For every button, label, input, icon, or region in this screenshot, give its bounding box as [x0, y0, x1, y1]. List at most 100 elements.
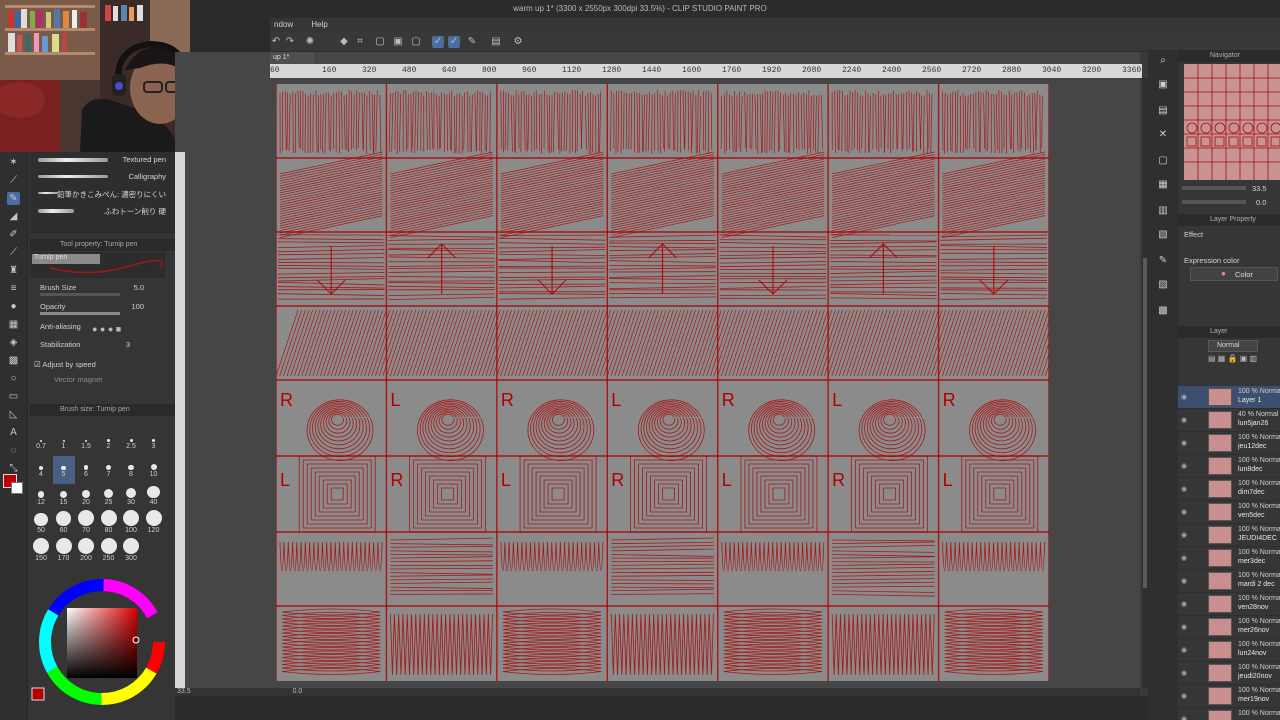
sub-view-icon[interactable]: ▢: [1156, 154, 1170, 168]
layer-name[interactable]: dim7dec: [1238, 489, 1264, 496]
layer-row[interactable]: ◉ 100 % Normal mer26nov: [1178, 616, 1280, 639]
vector-magnet-row[interactable]: Vector magnet: [54, 373, 164, 387]
brush-size-option[interactable]: 40: [143, 484, 165, 512]
brush-icon[interactable]: ⟋: [7, 246, 20, 259]
layer-name[interactable]: Layer 1: [1238, 397, 1261, 404]
crop-icon[interactable]: ⌗: [354, 36, 366, 48]
text-icon[interactable]: A: [7, 426, 20, 439]
brush-size-option[interactable]: 2.5: [120, 428, 142, 456]
brush-size-option[interactable]: 120: [143, 510, 165, 540]
layer-row[interactable]: ◉ 100 % Normal: [1178, 708, 1280, 720]
eye-icon[interactable]: ◉: [1181, 485, 1191, 493]
menu-help[interactable]: Help: [311, 18, 327, 32]
magic-wand-icon[interactable]: ✶: [7, 156, 20, 169]
eye-icon[interactable]: ◉: [1181, 393, 1191, 401]
subtool-item[interactable]: Textured pen: [34, 152, 170, 168]
brush-size-option[interactable]: 15: [53, 484, 75, 512]
layer-name[interactable]: jeudi20nov: [1238, 673, 1272, 680]
airbrush-icon[interactable]: ♜: [7, 264, 20, 277]
eye-icon[interactable]: ◉: [1181, 416, 1191, 424]
stabilization-value[interactable]: 3: [126, 338, 130, 352]
brush-size-row[interactable]: Brush Size 5.0: [40, 281, 150, 296]
antialiasing-options[interactable]: ● ● ● ■: [92, 322, 121, 336]
sub-color-swatch[interactable]: [11, 482, 23, 494]
brush-size-option[interactable]: 100: [120, 510, 142, 540]
layer-search-icon[interactable]: ▥: [1156, 204, 1170, 218]
brush-size-option[interactable]: 150: [30, 538, 52, 568]
pen-icon[interactable]: ✎: [7, 192, 20, 205]
layer-row[interactable]: ◉ 100 % Normal Layer 1: [1178, 386, 1280, 409]
eyedropper-icon[interactable]: ⟋: [7, 174, 20, 187]
eye-icon[interactable]: ◉: [1181, 439, 1191, 447]
eye-icon[interactable]: ◉: [1181, 623, 1191, 631]
brush-size-option[interactable]: 0.7: [30, 428, 52, 456]
clear-icon[interactable]: ▢: [410, 36, 422, 48]
document-tab[interactable]: up 1*: [270, 52, 314, 64]
scrollbar-thumb[interactable]: [1143, 258, 1147, 588]
layer-row[interactable]: ◉ 100 % Normal ven28nov: [1178, 593, 1280, 616]
frame-icon[interactable]: ▭: [7, 390, 20, 403]
brush-size-option[interactable]: 5: [52, 456, 75, 484]
layer-name[interactable]: mer26nov: [1238, 627, 1269, 634]
layer-name[interactable]: mardi 2 dec: [1238, 581, 1275, 588]
settings-icon[interactable]: ⚙: [512, 36, 524, 48]
layer-row[interactable]: ◉ 100 % Normal mer19nov: [1178, 685, 1280, 708]
eye-icon[interactable]: ◉: [1181, 531, 1191, 539]
material-icon[interactable]: ▤: [1156, 104, 1170, 118]
blend-icon[interactable]: ●: [7, 300, 20, 313]
transform-icon[interactable]: ▢: [374, 36, 386, 48]
brush-size-option[interactable]: 20: [75, 484, 97, 512]
layer-name[interactable]: jeu12dec: [1238, 443, 1266, 450]
brush-size-option[interactable]: 25: [98, 484, 120, 512]
brush-size-option[interactable]: 50: [30, 512, 52, 540]
fill-tool-icon[interactable]: ◈: [7, 336, 20, 349]
stabilization-row[interactable]: Stabilization 3: [40, 338, 150, 352]
navigator-zoom[interactable]: 33.5: [1252, 184, 1267, 193]
angle-readout[interactable]: 0.0: [293, 688, 303, 695]
timeline-icon[interactable]: ▨: [1156, 278, 1170, 292]
layer-row[interactable]: ◉ 100 % Normal lun24nov: [1178, 639, 1280, 662]
antialiasing-row[interactable]: Anti-aliasing ● ● ● ■: [40, 320, 150, 334]
brush-size-slider[interactable]: [40, 293, 120, 296]
close-icon[interactable]: ✕: [1156, 128, 1170, 142]
snap-grid-icon[interactable]: ✎: [466, 36, 478, 48]
snap-special-icon[interactable]: ✓: [448, 36, 460, 48]
color-wheel[interactable]: [30, 578, 175, 720]
ruler-icon[interactable]: ▤: [490, 36, 502, 48]
brush-size-option[interactable]: 250: [98, 538, 120, 568]
subtool-item[interactable]: Calligraphy: [34, 169, 170, 185]
eye-icon[interactable]: ◉: [1181, 462, 1191, 470]
eye-icon[interactable]: ◉: [1181, 669, 1191, 677]
navigator-preview[interactable]: [1184, 64, 1280, 180]
eye-icon[interactable]: ◉: [1181, 508, 1191, 516]
gradient-icon[interactable]: ▩: [7, 354, 20, 367]
brush-size-option[interactable]: 7: [98, 456, 120, 484]
layer-name[interactable]: ven28nov: [1238, 604, 1268, 611]
search-icon[interactable]: ⌕: [1156, 54, 1170, 68]
brush-size-option[interactable]: 200: [75, 538, 97, 568]
auto-action-icon[interactable]: ▧: [1156, 228, 1170, 242]
rotation-slider[interactable]: [1182, 200, 1246, 204]
layer-row[interactable]: ◉ 100 % Normal mer3dec: [1178, 547, 1280, 570]
brush-size-option[interactable]: 10: [143, 456, 165, 484]
blend-mode-select[interactable]: Normal: [1208, 340, 1258, 352]
eye-icon[interactable]: ◉: [1181, 577, 1191, 585]
eye-icon[interactable]: ◉: [1181, 554, 1191, 562]
brush-size-option[interactable]: 300: [120, 538, 142, 568]
item-bank-icon[interactable]: ✎: [1156, 254, 1170, 268]
fill-icon[interactable]: ◆: [338, 36, 350, 48]
warmup-sketch[interactable]: R L R L R L R L R L R L R L: [275, 84, 1068, 681]
layer-name[interactable]: mer19nov: [1238, 696, 1269, 703]
layer-row[interactable]: ◉ 100 % Normal mardi 2 dec: [1178, 570, 1280, 593]
opacity-value[interactable]: 100: [131, 300, 144, 314]
brush-size-option[interactable]: 70: [75, 510, 97, 540]
layer-row[interactable]: ◉ 100 % Normal jeu12dec: [1178, 432, 1280, 455]
layer-row[interactable]: ◉ 100 % Normal dim7dec: [1178, 478, 1280, 501]
navigator-rotation[interactable]: 0.0: [1256, 198, 1266, 207]
brush-size-option[interactable]: 170: [53, 538, 75, 568]
opacity-slider[interactable]: [40, 312, 120, 315]
undo-icon[interactable]: ↶: [270, 36, 282, 48]
layer-row[interactable]: ◉ 100 % Normal jeudi20nov: [1178, 662, 1280, 685]
eraser-icon[interactable]: ◢: [7, 210, 20, 223]
drawing-canvas[interactable]: R L R L R L R L R L R L R L: [275, 84, 1068, 681]
